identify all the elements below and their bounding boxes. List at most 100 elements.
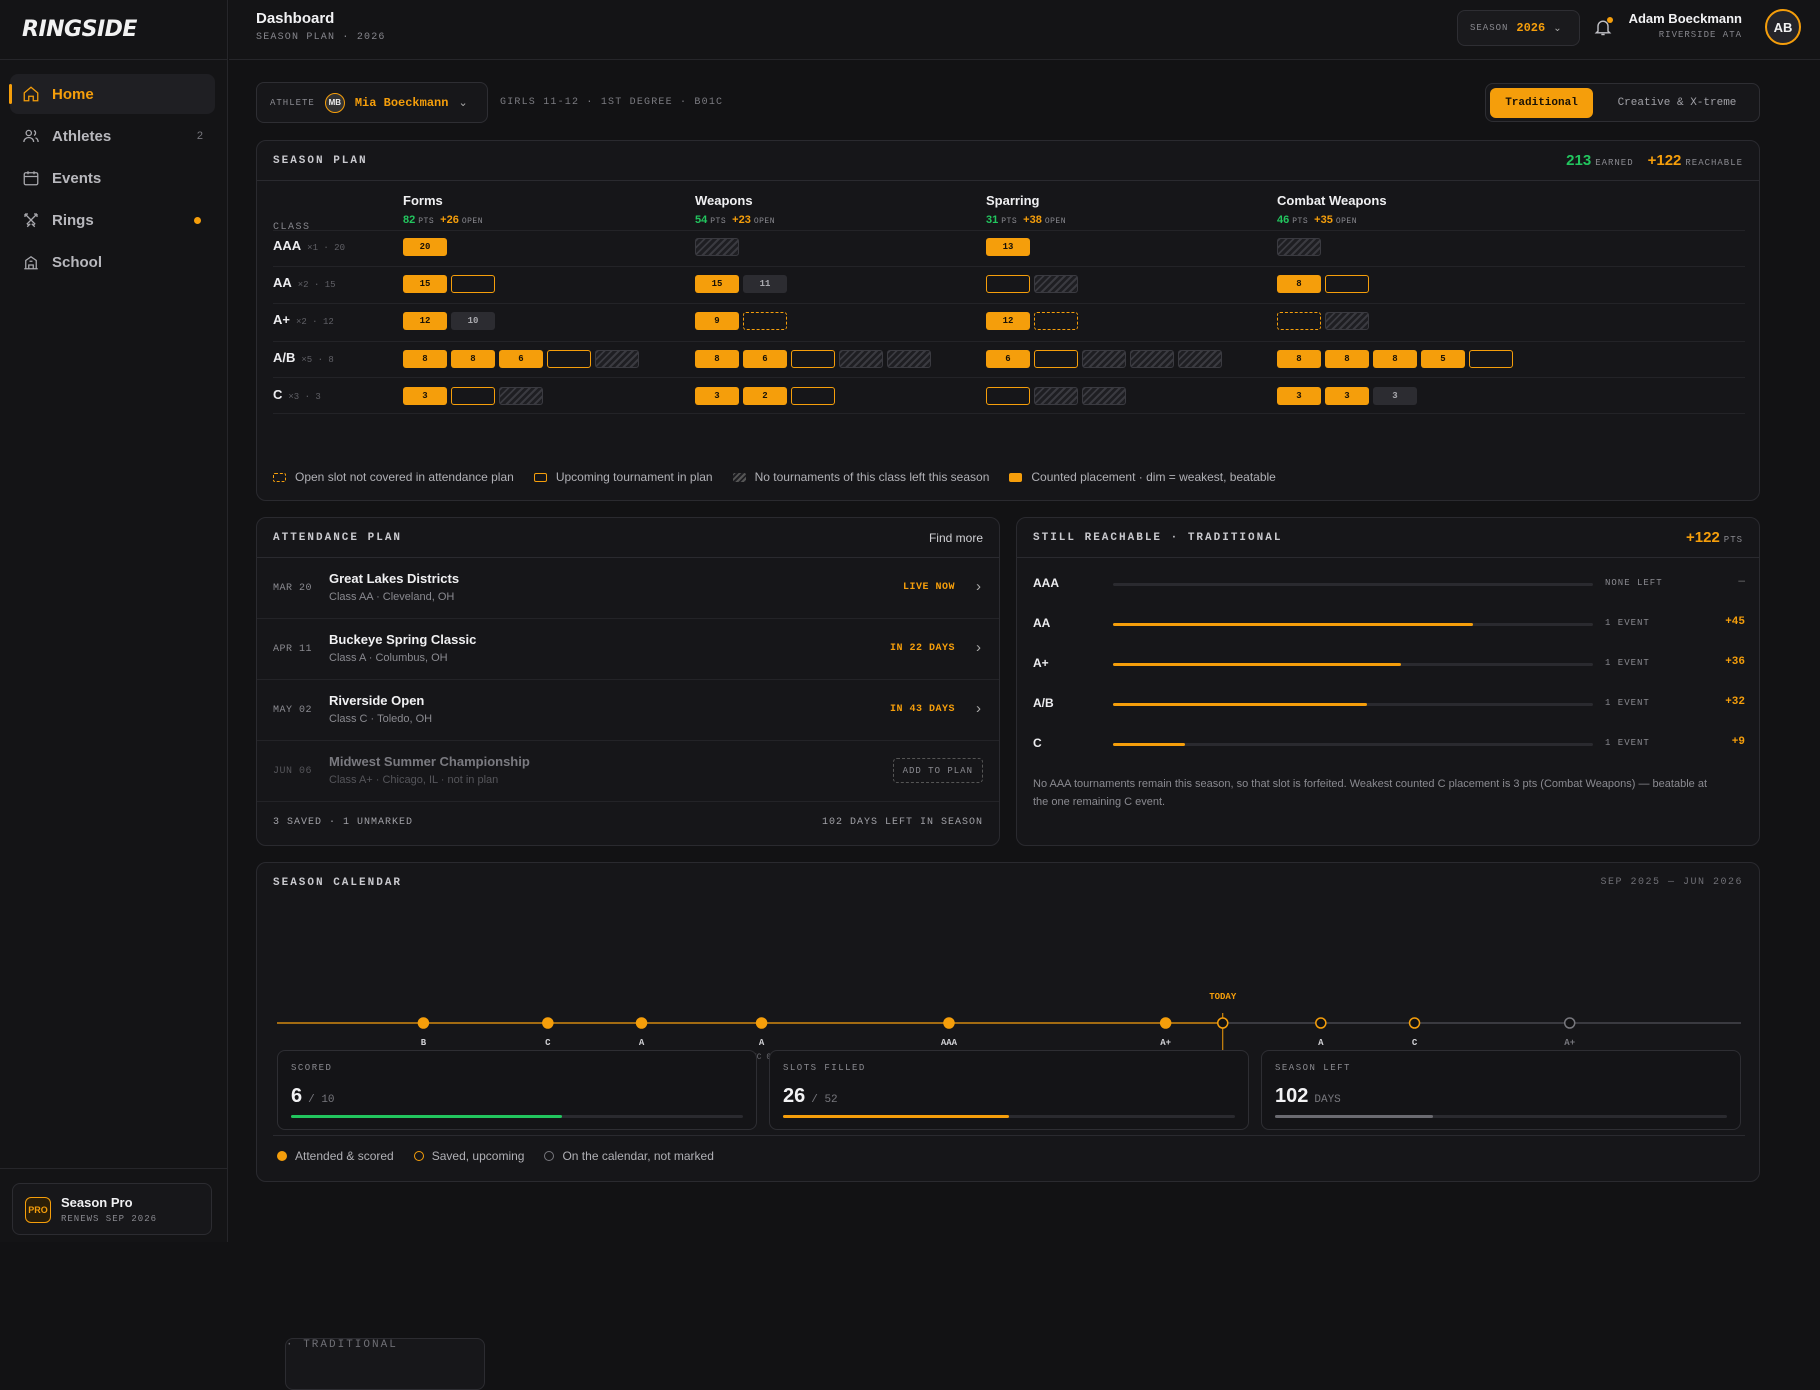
event-row[interactable]: MAR 20 Great Lakes Districts Class AA · … [257,558,999,619]
timeline-event-dot [1563,1017,1576,1029]
placement-slot[interactable]: 8 [403,349,447,368]
sidebar-item-home[interactable]: Home [9,74,215,114]
slot-group: 32 [695,386,839,405]
placement-slot[interactable]: 8 [695,349,739,368]
stat-value: 26 / 52 [783,1085,838,1108]
placement-slot[interactable] [791,349,835,368]
slot-group: 9 [695,312,791,331]
sidebar-item-events[interactable]: Events [10,158,215,198]
placement-slot[interactable] [451,275,495,294]
user-info[interactable]: Adam Boeckmann RIVERSIDE ATA [1629,11,1742,40]
athlete-select[interactable]: ATHLETE MB Mia Boeckmann ⌄ [256,82,488,123]
reachable-row: A+ 1 EVENT +36 [1033,654,1745,674]
placement-slot[interactable]: 12 [986,312,1030,331]
legend-item: Upcoming tournament in plan [533,470,713,484]
placement-slot[interactable] [1325,275,1369,294]
placement-slot[interactable]: 3 [1277,386,1321,405]
reachable-value: — [1738,576,1745,588]
tab-traditional[interactable]: Traditional [1490,88,1593,118]
stat-suffix: / 52 [811,1094,838,1106]
legend-label: Upcoming tournament in plan [555,470,713,484]
avatar[interactable]: AB [1765,9,1801,45]
class-name: AA [273,275,292,291]
stat-value: 6 / 10 [291,1085,335,1108]
sidebar-item-athletes[interactable]: Athletes 2 [10,116,215,156]
placement-slot[interactable] [451,386,495,405]
column-header-combat-weapons: Combat Weapons 46 PTS +35 OPEN [1277,193,1387,226]
event-row[interactable]: MAY 02 Riverside Open Class C · Toledo, … [257,680,999,741]
placement-slot[interactable]: 8 [1277,275,1321,294]
class-meta: ×5 · 8 [301,354,334,365]
brand-logo[interactable]: RINGSIDE [22,12,137,46]
placement-slot[interactable]: 20 [403,238,447,256]
sidebar-item-rings[interactable]: Rings [10,200,215,240]
placement-slot[interactable]: 3 [1373,386,1417,405]
placement-slot[interactable]: 5 [1421,349,1465,368]
placement-slot[interactable]: 3 [1325,386,1369,405]
event-status: IN 43 DAYS [889,704,955,715]
mode-toggle: Traditional Creative & X-treme [1485,83,1760,122]
find-more-link[interactable]: Find more [929,531,983,545]
section-title: STILL REACHABLE · TRADITIONAL [1033,532,1283,544]
placement-slot [695,238,739,256]
notifications-button[interactable] [1593,16,1613,38]
event-row[interactable]: APR 11 Buckeye Spring Classic Class A · … [257,619,999,680]
placement-slot[interactable]: 11 [743,275,787,294]
placement-slot[interactable]: 15 [695,275,739,294]
tab-creative-xtreme[interactable]: Creative & X-treme [1598,88,1756,118]
placement-slot[interactable]: 8 [451,349,495,368]
days-left: 102 DAYS LEFT IN SEASON [821,817,983,828]
placement-slot[interactable] [791,386,835,405]
column-name: Sparring [986,193,1040,208]
athlete-name: Mia Boeckmann [354,95,449,110]
placement-slot[interactable]: 2 [743,386,787,405]
class-meta: ×3 · 3 [288,391,321,402]
placement-slot[interactable] [1034,349,1078,368]
placement-slot[interactable]: 8 [1325,349,1369,368]
slot-group: 20 [403,238,451,256]
placement-slot[interactable]: 13 [986,238,1030,256]
column-name: Combat Weapons [1277,193,1387,208]
placement-slot [1325,312,1369,331]
pts-label: PTS [1001,217,1018,226]
stat-season-left: SEASON LEFT 102 DAYS [1261,1050,1741,1130]
placement-slot[interactable]: 10 [451,312,495,331]
placement-slot[interactable]: 8 [1277,349,1321,368]
placement-slot[interactable]: 15 [403,275,447,294]
athletes-count: 2 [196,130,203,142]
placement-slot[interactable]: 6 [499,349,543,368]
swords-icon [24,213,38,228]
divider [0,59,228,60]
placement-slot[interactable]: 3 [695,386,739,405]
placement-slot[interactable]: 9 [695,312,739,331]
reachable-row: AAA NONE LEFT — [1033,574,1745,594]
sidebar-item-school[interactable]: School [10,242,215,282]
plan-legend: Open slot not covered in attendance plan… [273,470,1296,484]
timeline-event-dot [1315,1017,1327,1029]
section-title-text: SEASON PLAN [273,155,368,167]
subscription-card[interactable]: PRO Season Pro RENEWS SEP 2026 [12,1183,212,1235]
placement-slot[interactable]: 12 [403,312,447,331]
events-left: 1 EVENT [1605,658,1650,668]
placement-slot[interactable]: 3 [403,386,447,405]
slot-group [1277,312,1373,331]
event-status: IN 22 DAYS [889,643,955,654]
placement-slot[interactable]: 6 [986,349,1030,368]
legend-label: Attended & scored [295,1149,394,1163]
add-to-plan-button[interactable]: ADD TO PLAN [892,758,983,783]
placement-slot[interactable]: 8 [1373,349,1417,368]
legend-label: No tournaments of this class left this s… [754,470,990,484]
progress-track [1113,623,1593,626]
placement-slot[interactable] [986,275,1030,294]
placement-slot[interactable] [1469,349,1513,368]
page-title: Dashboard [256,10,335,27]
slot-group: 8885 [1277,349,1517,368]
event-class-label: A [639,1038,645,1048]
season-select[interactable]: SEASON 2026 ⌄ [1457,10,1580,46]
placement-slot [1178,349,1222,368]
legend-item: No tournaments of this class left this s… [732,470,990,484]
placement-slot[interactable] [547,349,591,368]
placement-slot[interactable] [986,386,1030,405]
placement-slot[interactable]: 6 [743,349,787,368]
event-class-label: B [421,1038,427,1048]
